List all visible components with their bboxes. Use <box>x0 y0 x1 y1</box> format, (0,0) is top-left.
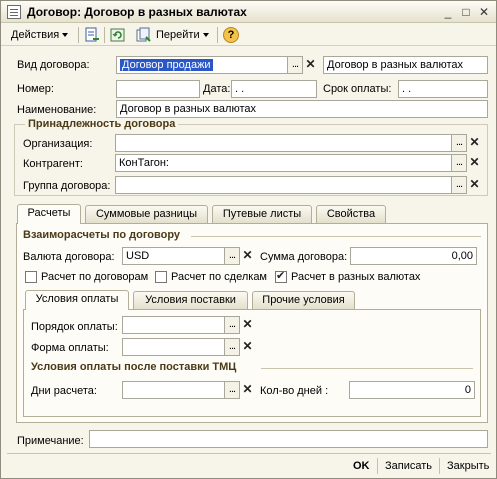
after-delivery-title: Условия оплаты после поставки ТМЦ <box>31 361 237 373</box>
window-title: Договор: Договор в разных валютах <box>27 5 247 19</box>
post-document-icon[interactable] <box>84 27 100 43</box>
organization-label: Организация: <box>23 138 93 150</box>
tab-settlements[interactable]: Расчеты <box>17 204 81 224</box>
payment-order-field[interactable] <box>122 316 225 334</box>
tab-payment-terms[interactable]: Условия оплаты <box>25 290 129 310</box>
divider <box>191 236 481 237</box>
contract-type-value: Договор продажи <box>120 59 213 71</box>
settlement-days-label: Дни расчета: <box>31 385 97 397</box>
title-bar: Договор: Договор в разных валютах _ □ ✕ <box>1 1 496 23</box>
toolbar-divider <box>217 27 218 43</box>
currency-select-button[interactable]: ... <box>224 247 240 265</box>
note-field[interactable] <box>89 430 488 448</box>
number-label: Номер: <box>17 83 54 95</box>
due-date-field[interactable]: . . <box>398 80 488 98</box>
name-label: Наименование: <box>17 104 97 116</box>
note-label: Примечание: <box>17 435 84 447</box>
actions-menu-label: Действия <box>11 29 60 41</box>
payment-form-label: Форма оплаты: <box>31 342 109 354</box>
minimize-icon[interactable]: _ <box>441 5 455 19</box>
close-button[interactable]: Закрыть <box>447 458 489 474</box>
days-count-label: Кол-во дней : <box>260 385 329 397</box>
help-icon[interactable]: ? <box>223 27 239 43</box>
counterparty-label: Контрагент: <box>23 158 83 170</box>
payment-form-select-button[interactable]: ... <box>224 338 240 356</box>
settlement-days-field[interactable] <box>122 381 225 399</box>
contract-group-clear-icon[interactable]: ✕ <box>467 176 482 194</box>
chevron-down-icon <box>62 33 69 38</box>
currency-label: Валюта договора: <box>23 251 115 263</box>
organization-field[interactable] <box>115 134 452 152</box>
contract-type-field[interactable]: Договор продажи <box>116 56 288 74</box>
payment-form-clear-icon[interactable]: ✕ <box>240 338 255 356</box>
settle-in-currencies-label: Расчет в разных валютах <box>291 271 421 283</box>
settle-by-contracts-checkbox[interactable] <box>25 271 37 283</box>
payment-form-field[interactable] <box>122 338 225 356</box>
maximize-icon[interactable]: □ <box>459 5 473 19</box>
contract-group-select-button[interactable]: ... <box>451 176 467 194</box>
contract-type-name-field[interactable]: Договор в разных валютах <box>323 56 488 74</box>
contract-group-field[interactable] <box>115 176 452 194</box>
save-button[interactable]: Записать <box>385 458 432 474</box>
goto-menu-label: Перейти <box>156 29 200 41</box>
settlement-days-select-button[interactable]: ... <box>224 381 240 399</box>
settle-by-deals-checkbox[interactable] <box>155 271 167 283</box>
payment-order-label: Порядок оплаты: <box>31 321 118 333</box>
currency-field[interactable]: USD <box>122 247 225 265</box>
tab-delivery-terms[interactable]: Условия поставки <box>133 291 248 309</box>
ownership-title: Принадлежность договора <box>25 118 179 130</box>
contract-type-select-button[interactable]: ... <box>287 56 303 74</box>
contract-sum-field[interactable]: 0,00 <box>350 247 477 265</box>
counterparty-select-button[interactable]: ... <box>451 154 467 172</box>
document-icon <box>7 5 21 19</box>
toolbar-divider <box>78 27 79 43</box>
footer-divider <box>377 458 378 474</box>
payment-order-clear-icon[interactable]: ✕ <box>240 316 255 334</box>
tab-properties[interactable]: Свойства <box>316 205 386 223</box>
toolbar-divider <box>104 27 105 43</box>
close-window-icon[interactable]: ✕ <box>477 5 491 19</box>
tab-amount-differences[interactable]: Суммовые разницы <box>85 205 208 223</box>
actions-menu[interactable]: Действия <box>11 27 69 43</box>
counterparty-clear-icon[interactable]: ✕ <box>467 154 482 172</box>
organization-select-button[interactable]: ... <box>451 134 467 152</box>
footer-divider <box>439 458 440 474</box>
tab-waybills[interactable]: Путевые листы <box>212 205 312 223</box>
date-field[interactable]: . . <box>231 80 317 98</box>
divider <box>261 368 473 369</box>
contract-type-clear-icon[interactable]: ✕ <box>303 56 318 74</box>
copy-icon[interactable] <box>135 27 151 43</box>
refresh-icon[interactable] <box>110 27 126 43</box>
settlement-days-clear-icon[interactable]: ✕ <box>240 381 255 399</box>
date-label: Дата: <box>203 83 231 95</box>
name-field[interactable]: Договор в разных валютах <box>116 100 488 118</box>
contract-type-label: Вид договора: <box>17 59 90 71</box>
organization-clear-icon[interactable]: ✕ <box>467 134 482 152</box>
toolbar: Действия Перейти ? <box>1 24 496 46</box>
counterparty-field[interactable]: КонТагон: <box>115 154 452 172</box>
settlements-title: Взаиморасчеты по договору <box>23 229 181 241</box>
settle-by-contracts-label: Расчет по договорам <box>41 271 149 283</box>
payment-order-select-button[interactable]: ... <box>224 316 240 334</box>
currency-clear-icon[interactable]: ✕ <box>240 247 255 265</box>
tab-other-terms[interactable]: Прочие условия <box>252 291 355 309</box>
settle-in-currencies-checkbox[interactable] <box>275 269 287 283</box>
settle-by-deals-label: Расчет по сделкам <box>171 271 267 283</box>
due-date-label: Срок оплаты: <box>323 83 392 95</box>
contract-window: Договор: Договор в разных валютах _ □ ✕ … <box>0 0 497 479</box>
goto-menu[interactable]: Перейти <box>156 27 209 43</box>
contract-group-label: Группа договора: <box>23 180 111 192</box>
contract-sum-label: Сумма договора: <box>260 251 348 263</box>
chevron-down-icon <box>202 33 209 38</box>
divider <box>7 453 491 454</box>
number-field[interactable] <box>116 80 200 98</box>
days-count-field[interactable]: 0 <box>349 381 475 399</box>
ok-button[interactable]: OK <box>353 458 370 474</box>
